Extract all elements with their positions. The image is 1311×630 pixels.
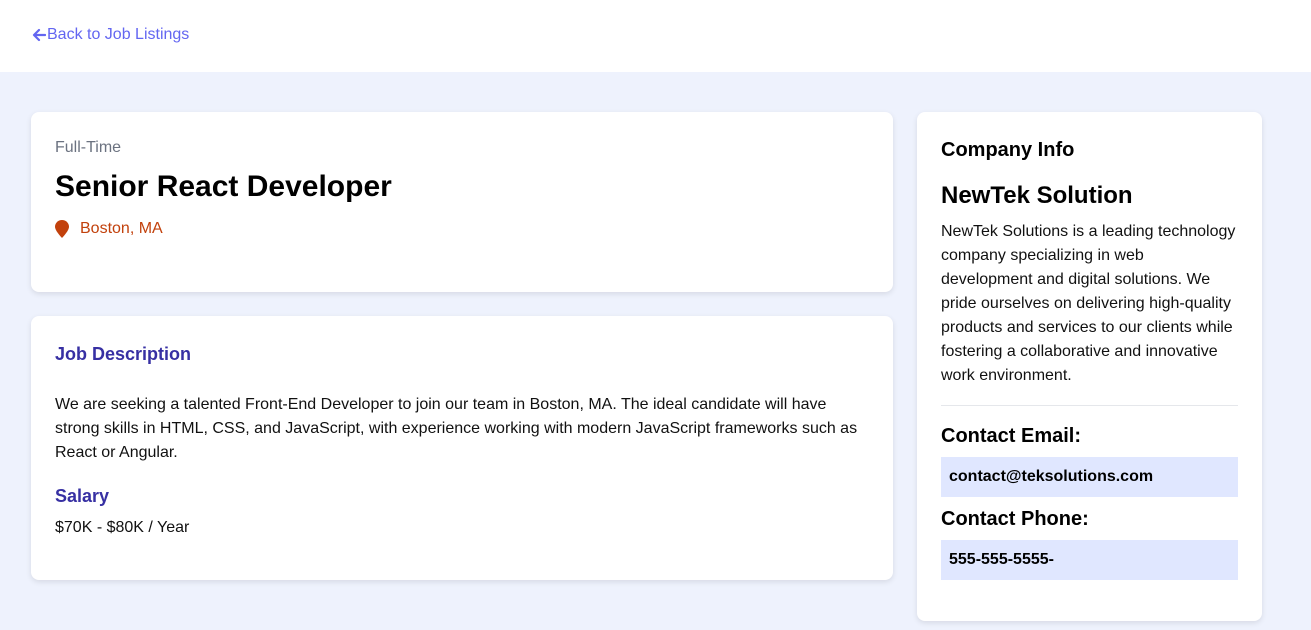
contact-phone-label: Contact Phone:: [941, 508, 1089, 530]
back-link-label[interactable]: Back to Job Listings: [47, 26, 189, 44]
contact-email-label: Contact Email:: [941, 425, 1082, 447]
job-description-text: We are seeking a talented Front-End Deve…: [55, 396, 858, 461]
job-location: Boston, MA: [55, 220, 869, 238]
map-marker-icon: [55, 220, 69, 238]
company-info-heading: Company Info: [941, 139, 1075, 161]
job-type: Full-Time: [55, 139, 122, 156]
job-description-card: Job Description We are seeking a talente…: [31, 316, 893, 580]
job-description-heading: Job Description: [55, 344, 192, 364]
contact-phone-value: 555-555-5555-: [941, 540, 1238, 580]
top-bar: Back to Job Listings: [0, 0, 1311, 72]
job-header-card: Full-Time Senior React Developer Boston,…: [31, 112, 893, 292]
contact-email-value: contact@teksolutions.com: [941, 457, 1238, 497]
company-name: NewTek Solution: [941, 182, 1133, 209]
job-title: Senior React Developer: [55, 170, 392, 203]
company-description: NewTek Solutions is a leading technology…: [941, 223, 1236, 384]
job-location-text: Boston, MA: [80, 220, 163, 237]
job-detail-main: Full-Time Senior React Developer Boston,…: [0, 72, 1311, 630]
salary-heading: Salary: [55, 486, 110, 506]
salary-text: $70K - $80K / Year: [55, 519, 190, 536]
back-to-listings-link[interactable]: Back to Job Listings: [32, 26, 189, 44]
arrow-left-icon: [32, 28, 46, 42]
divider: [941, 405, 1238, 406]
company-info-card: Company Info NewTek Solution NewTek Solu…: [917, 112, 1262, 621]
